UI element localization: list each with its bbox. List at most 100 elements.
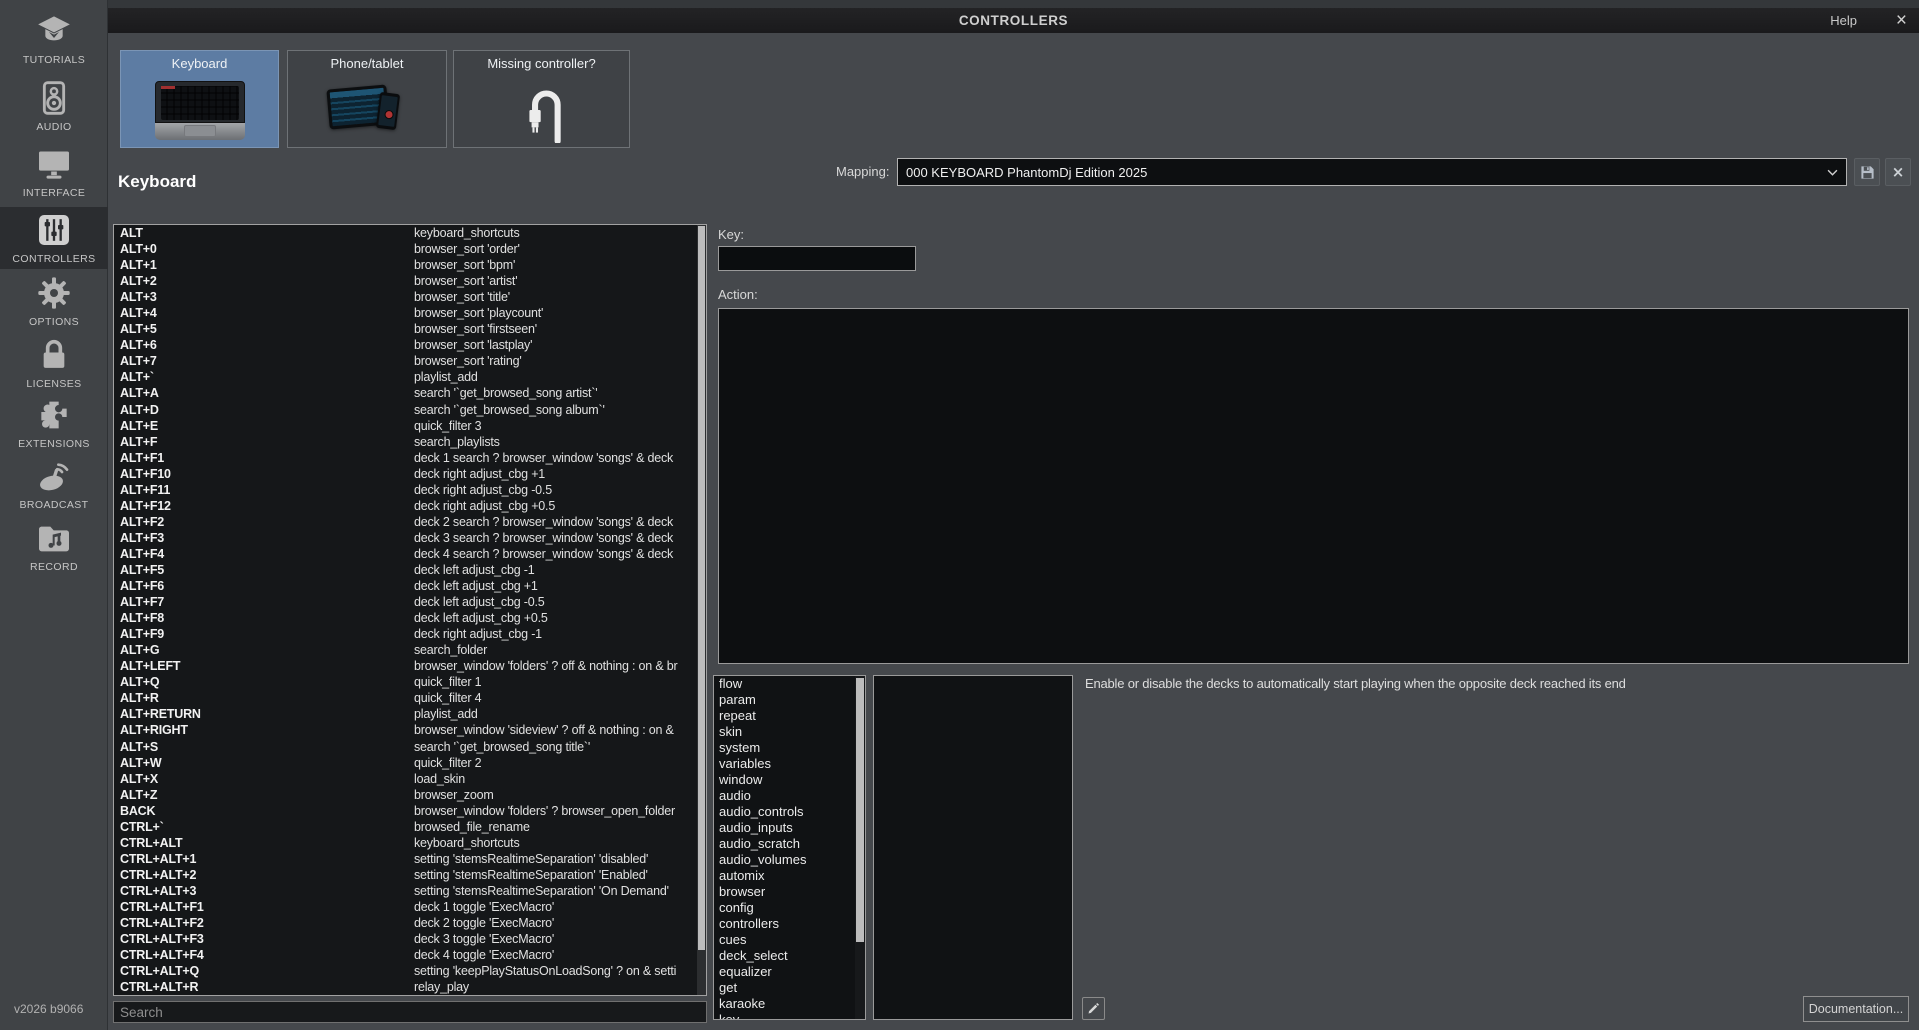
shortcut-row[interactable]: ALT+F1deck 1 search ? browser_window 'so… (114, 450, 706, 466)
shortcut-row[interactable]: ALT+Ssearch '`get_browsed_song title`' (114, 739, 706, 755)
category-item[interactable]: browser (714, 884, 865, 900)
shortcut-row[interactable]: ALT+Xload_skin (114, 771, 706, 787)
sidebar-item-licenses[interactable]: LICENSES (0, 332, 108, 394)
shortcut-row[interactable]: CTRL+ALT+Rrelay_play (114, 979, 706, 995)
shortcut-row[interactable]: CTRL+ALT+F1deck 1 toggle 'ExecMacro' (114, 899, 706, 915)
shortcut-row[interactable]: ALT+Equick_filter 3 (114, 418, 706, 434)
sidebar-item-interface[interactable]: INTERFACE (0, 141, 108, 203)
shortcut-row[interactable]: ALT+F5deck left adjust_cbg -1 (114, 562, 706, 578)
action-detail-panel[interactable] (873, 675, 1073, 1020)
close-icon[interactable]: × (1896, 11, 1907, 30)
sidebar-item-record[interactable]: RECORD (0, 515, 108, 577)
shortcut-row[interactable]: ALT+F8deck left adjust_cbg +0.5 (114, 610, 706, 626)
category-item[interactable]: repeat (714, 708, 865, 724)
shortcut-row[interactable]: ALTkeyboard_shortcuts (114, 225, 706, 241)
category-item[interactable]: key (714, 1012, 865, 1020)
action-category-list[interactable]: flowparamrepeatskinsystemvariableswindow… (713, 675, 866, 1020)
category-item[interactable]: audio_scratch (714, 836, 865, 852)
shortcut-row[interactable]: ALT+7browser_sort 'rating' (114, 353, 706, 369)
shortcut-row[interactable]: ALT+F10deck right adjust_cbg +1 (114, 466, 706, 482)
shortcut-row[interactable]: ALT+`playlist_add (114, 369, 706, 385)
shortcut-row[interactable]: ALT+RETURNplaylist_add (114, 706, 706, 722)
shortcut-row[interactable]: ALT+Gsearch_folder (114, 642, 706, 658)
sidebar-item-options[interactable]: OPTIONS (0, 270, 108, 332)
shortcut-row[interactable]: ALT+0browser_sort 'order' (114, 241, 706, 257)
shortcut-row[interactable]: ALT+F11deck right adjust_cbg -0.5 (114, 482, 706, 498)
category-item[interactable]: skin (714, 724, 865, 740)
sidebar-item-audio[interactable]: AUDIO (0, 75, 108, 137)
tab-missing-controller[interactable]: Missing controller? (453, 50, 630, 148)
shortcut-row[interactable]: ALT+F4deck 4 search ? browser_window 'so… (114, 546, 706, 562)
key-input[interactable] (718, 246, 916, 271)
shortcut-row[interactable]: CTRL+ALT+3setting 'stemsRealtimeSeparati… (114, 883, 706, 899)
shortcut-row[interactable]: ALT+3browser_sort 'title' (114, 289, 706, 305)
shortcut-row[interactable]: CTRL+ALT+F3deck 3 toggle 'ExecMacro' (114, 931, 706, 947)
shortcut-row[interactable]: ALT+Fsearch_playlists (114, 434, 706, 450)
shortcut-row[interactable]: ALT+6browser_sort 'lastplay' (114, 337, 706, 353)
shortcut-row[interactable]: CTRL+`browsed_file_rename (114, 819, 706, 835)
shortcut-row[interactable]: CTRL+ALT+F2deck 2 toggle 'ExecMacro' (114, 915, 706, 931)
sidebar-item-extensions[interactable]: EXTENSIONS (0, 392, 108, 454)
mapping-delete-button[interactable]: × (1885, 158, 1911, 186)
shortcut-row[interactable]: ALT+F2deck 2 search ? browser_window 'so… (114, 514, 706, 530)
shortcut-row[interactable]: ALT+Qquick_filter 1 (114, 674, 706, 690)
category-item[interactable]: controllers (714, 916, 865, 932)
shortcut-row[interactable]: ALT+LEFTbrowser_window 'folders' ? off &… (114, 658, 706, 674)
category-item[interactable]: config (714, 900, 865, 916)
scrollbar-thumb[interactable] (856, 678, 864, 942)
category-item[interactable]: system (714, 740, 865, 756)
shortcut-row[interactable]: ALT+F12deck right adjust_cbg +0.5 (114, 498, 706, 514)
shortcut-row[interactable]: CTRL+ALTkeyboard_shortcuts (114, 835, 706, 851)
shortcut-list-scrollbar[interactable] (697, 225, 706, 995)
documentation-button[interactable]: Documentation... (1803, 996, 1909, 1022)
shortcut-row[interactable]: ALT+F6deck left adjust_cbg +1 (114, 578, 706, 594)
category-item[interactable]: equalizer (714, 964, 865, 980)
mapping-save-button[interactable] (1854, 158, 1880, 186)
sidebar-item-tutorials[interactable]: TUTORIALS (0, 8, 108, 70)
category-item[interactable]: audio_inputs (714, 820, 865, 836)
shortcut-row[interactable]: ALT+4browser_sort 'playcount' (114, 305, 706, 321)
shortcut-row[interactable]: ALT+Dsearch '`get_browsed_song album`' (114, 402, 706, 418)
shortcut-row[interactable]: ALT+Rquick_filter 4 (114, 690, 706, 706)
shortcut-row[interactable]: CTRL+ALT+1setting 'stemsRealtimeSeparati… (114, 851, 706, 867)
scrollbar-thumb[interactable] (698, 226, 705, 950)
shortcut-row[interactable]: CTRL+ALT+F4deck 4 toggle 'ExecMacro' (114, 947, 706, 963)
category-item[interactable]: audio (714, 788, 865, 804)
shortcut-key: ALT+A (120, 386, 159, 400)
shortcut-row[interactable]: CTRL+ALT+2setting 'stemsRealtimeSeparati… (114, 867, 706, 883)
shortcut-row[interactable]: BACKbrowser_window 'folders' ? browser_o… (114, 803, 706, 819)
category-item[interactable]: param (714, 692, 865, 708)
tab-phone-tablet[interactable]: Phone/tablet (287, 50, 447, 148)
category-item[interactable]: flow (714, 676, 865, 692)
category-item[interactable]: get (714, 980, 865, 996)
mapping-select[interactable]: 000 KEYBOARD PhantomDj Edition 2025 (897, 158, 1847, 186)
edit-action-button[interactable] (1082, 997, 1105, 1020)
category-item[interactable]: karaoke (714, 996, 865, 1012)
category-list-scrollbar[interactable] (855, 676, 865, 1019)
search-input[interactable] (113, 1001, 707, 1023)
category-item[interactable]: audio_controls (714, 804, 865, 820)
shortcut-row[interactable]: ALT+5browser_sort 'firstseen' (114, 321, 706, 337)
category-item[interactable]: automix (714, 868, 865, 884)
shortcut-row[interactable]: ALT+2browser_sort 'artist' (114, 273, 706, 289)
sidebar-item-broadcast[interactable]: BROADCAST (0, 453, 108, 515)
shortcut-row[interactable]: ALT+RIGHTbrowser_window 'sideview' ? off… (114, 722, 706, 738)
action-textarea[interactable] (718, 308, 1909, 664)
shortcut-row[interactable]: ALT+F9deck right adjust_cbg -1 (114, 626, 706, 642)
sidebar-item-controllers[interactable]: CONTROLLERS (0, 207, 108, 269)
shortcut-row[interactable]: ALT+F3deck 3 search ? browser_window 'so… (114, 530, 706, 546)
category-item[interactable]: variables (714, 756, 865, 772)
category-item[interactable]: window (714, 772, 865, 788)
category-item[interactable]: audio_volumes (714, 852, 865, 868)
shortcut-row[interactable]: CTRL+ALT+Qsetting 'keepPlayStatusOnLoadS… (114, 963, 706, 979)
shortcut-row[interactable]: ALT+F7deck left adjust_cbg -0.5 (114, 594, 706, 610)
help-link[interactable]: Help (1830, 13, 1857, 28)
shortcut-row[interactable]: ALT+Asearch '`get_browsed_song artist`' (114, 385, 706, 401)
tab-keyboard[interactable]: Keyboard (120, 50, 279, 148)
category-item[interactable]: cues (714, 932, 865, 948)
shortcut-list[interactable]: ALTkeyboard_shortcutsALT+0browser_sort '… (113, 224, 707, 996)
shortcut-row[interactable]: ALT+Wquick_filter 2 (114, 755, 706, 771)
shortcut-row[interactable]: ALT+Zbrowser_zoom (114, 787, 706, 803)
shortcut-row[interactable]: ALT+1browser_sort 'bpm' (114, 257, 706, 273)
category-item[interactable]: deck_select (714, 948, 865, 964)
